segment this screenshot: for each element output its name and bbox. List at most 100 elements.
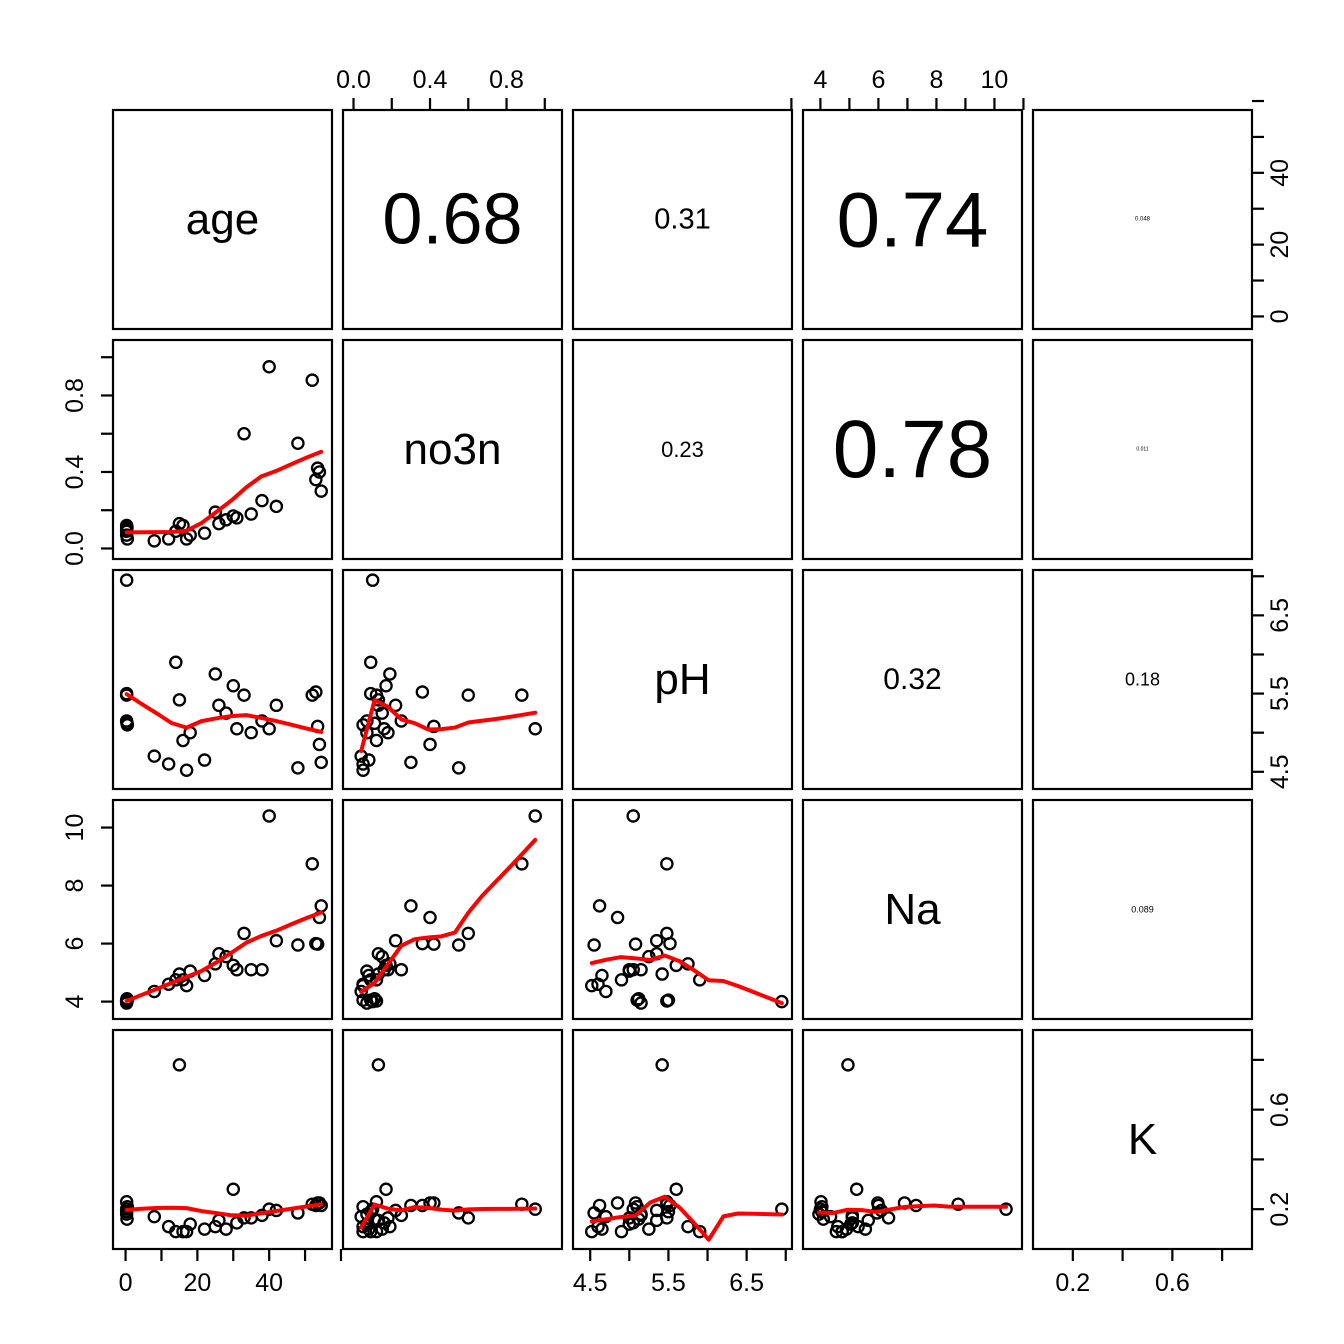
data-point [291,761,305,775]
axis-tick-label: 8 [929,66,943,94]
data-point [314,899,328,913]
axis-left-Na: 4 6 8 10 [61,814,113,1009]
axis-tick-label: 4.5 [1266,754,1294,789]
data-point [610,1196,625,1210]
axis-left-no3n: 0.0 0.4 0.8 [61,356,113,566]
correlation-no3n-K: 0.011 [1136,447,1148,453]
axis-tick-label: 0.6 [1155,1269,1190,1297]
axis-tick-label: 4 [813,66,827,94]
scatterplot-matrix: age 0.68 0.31 0.74 0.048no3n 0.23 0.78 0.011pH 0… [61,66,1294,1297]
axis-top-no3n: 0.0 0.4 0.8 [336,66,546,110]
data-point [461,926,476,941]
correlation-pH-Na: 0.32 [883,663,941,696]
axis-tick-label: 0.8 [489,66,524,94]
correlation-age-K: 0.048 [1135,217,1151,223]
data-point [269,933,284,948]
axis-bottom-K: 0.2 0.6 [1055,1249,1224,1297]
panel-K-Na [801,1028,1024,1251]
data-point [262,809,276,823]
axis-tick-label: 8 [61,879,89,893]
data-point [451,938,466,952]
data-point [628,937,643,951]
panel-no3n-Na: 0.78 [801,338,1024,561]
axis-tick-label: 4 [61,995,89,1009]
data-point [423,910,437,925]
data-point [649,933,664,948]
axis-right-age: 0 20 40 [1252,99,1294,323]
lowess-smoother [589,953,784,1006]
scatter-points [119,1058,328,1239]
axis-tick-label: 10 [981,66,1009,94]
correlation-no3n-Na: 0.78 [833,404,993,495]
axis-tick-label: 0.2 [1055,1269,1090,1297]
correlation-no3n-pH: 0.23 [661,437,704,462]
data-point [515,688,529,702]
data-point [314,484,328,498]
data-point [314,755,328,770]
pairs-plot-figure: age 0.68 0.31 0.74 0.048 no3n 0.23 0.78 0.011 pH 0… [0,0,1344,1344]
axis-right-K: 0.2 0.6 [1252,1058,1294,1227]
panel-Na-age [111,798,334,1021]
data-point [369,733,384,748]
data-point [169,655,183,670]
panel-no3n-no3n: no3n [341,338,564,561]
correlation-age-Na: 0.74 [837,176,989,264]
panel-Na-Na: Na [801,798,1024,1021]
scatter-points [354,573,542,777]
panel-age-no3n: 0.68 [341,108,564,331]
data-point [379,1182,393,1197]
data-point [312,737,327,752]
data-point [655,967,669,981]
panel-frame [341,568,564,791]
axis-tick-label: 0.8 [61,378,89,413]
data-point [244,507,258,521]
data-point [161,757,176,771]
data-point [172,693,187,707]
data-point [669,1182,683,1197]
data-point [655,1058,669,1072]
data-point [663,936,677,951]
data-point [587,938,601,952]
panel-age-age: age [111,108,334,331]
data-point [394,962,409,977]
data-point [230,722,244,736]
data-point [147,1209,162,1224]
data-point [226,1182,241,1197]
diagonal-label-K: K [1128,1115,1157,1164]
data-point [262,722,276,736]
axis-tick-label: 0.4 [61,455,89,490]
axis-bottom-pH: 4.5 5.5 6.5 [573,1249,787,1297]
panel-Na-no3n [341,798,564,1021]
data-point [262,360,276,374]
panel-K-age [111,1028,334,1251]
axis-tick-label: 0.2 [1266,1192,1294,1227]
data-point [291,938,305,952]
panel-age-Na: 0.74 [801,108,1024,331]
data-point [379,679,393,693]
panel-frame [111,798,334,1021]
data-point [610,910,625,925]
data-point [404,899,418,913]
panel-age-pH: 0.31 [571,108,794,331]
data-point [305,857,320,871]
data-point [244,725,258,740]
data-point [219,1222,233,1236]
axis-tick-label: 6.5 [729,1269,764,1297]
diagonal-label-no3n: no3n [404,425,502,474]
axis-tick-label: 0.4 [413,66,448,94]
panel-K-no3n [341,1028,564,1251]
data-point [147,534,162,548]
data-point [371,1058,386,1072]
data-point [404,755,418,770]
data-point [237,426,251,441]
axis-bottom-age: 0 20 40 [119,1249,343,1297]
axis-tick-label: 6 [61,937,89,951]
panel-no3n-pH: 0.23 [571,338,794,561]
axis-tick-label: 6 [871,66,885,94]
panel-Na-pH [571,798,794,1021]
data-point [849,1182,864,1197]
data-point [642,1222,656,1236]
data-point [626,809,640,823]
axis-top-Na: 4 6 8 10 [790,66,1025,110]
scatter-points [119,809,328,1010]
